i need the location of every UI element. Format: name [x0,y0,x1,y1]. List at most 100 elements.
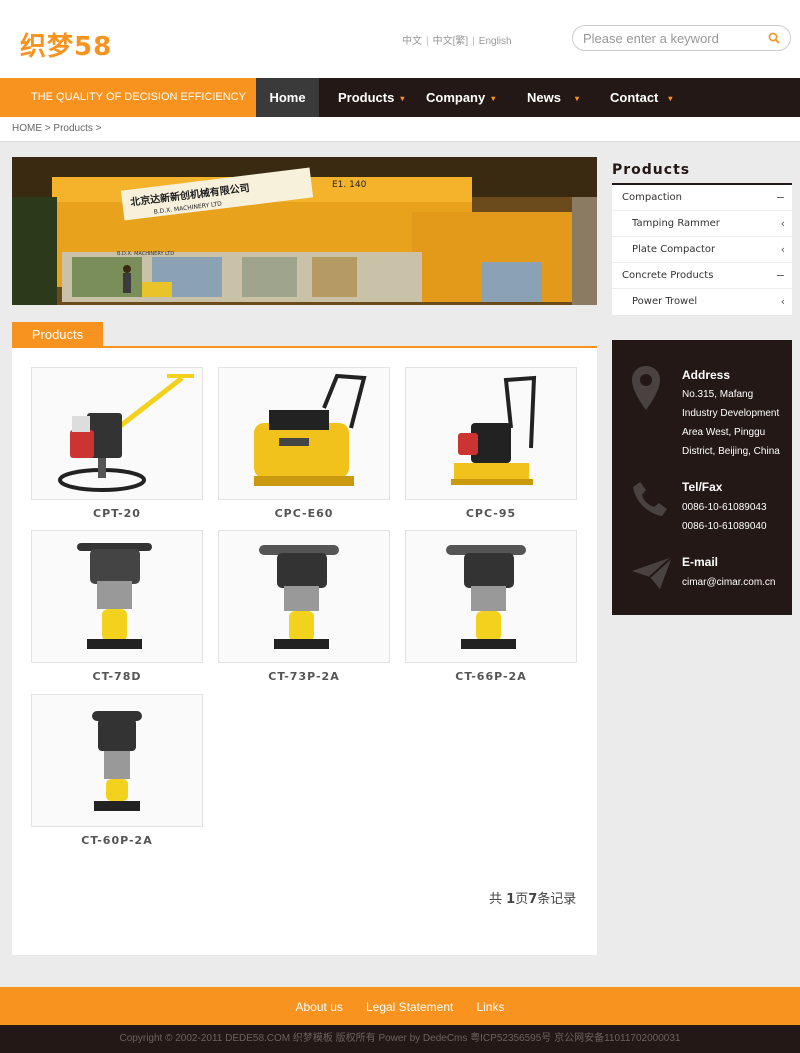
email-address[interactable]: cimar@cimar.com.cn [682,573,787,592]
nav-contact[interactable]: Contact ▾ [610,78,672,117]
sidebar-item-label: Plate Compactor [632,244,716,255]
nav-products-label: Products [338,90,395,105]
product-name[interactable]: CT-66P-2A [405,670,577,683]
footer-link-about-us[interactable]: About us [296,1000,343,1014]
product-card[interactable]: CPC-E60 [218,367,390,520]
slogan: THE QUALITY OF DECISION EFFICIENCY [0,78,256,117]
phone-icon [633,482,667,516]
product-image[interactable] [31,530,203,663]
sidebar-category-list: Compaction − Tamping Rammer ‹ Plate Compac… [612,185,792,315]
product-image[interactable] [405,530,577,663]
sidebar-item-label: Concrete Products [622,270,714,281]
nav-company-label: Company [426,90,486,105]
sidebar-item-compaction[interactable]: Compaction − [612,185,792,211]
product-name[interactable]: CPC-E60 [218,507,390,520]
tamping-rammer-icon [259,545,339,649]
product-name[interactable]: CPC-95 [405,507,577,520]
sidebar-item-label: Power Trowel [632,296,698,307]
tel-title: Tel/Fax [682,480,723,494]
banner-image: 北京达新新创机械有限公司 B.D.X. MACHINERY LTD E1. 14… [12,157,597,305]
pager-mid: 页 [515,892,529,907]
contact-box: Address No.315, Mafang Industry Developm… [612,340,792,615]
search-box [572,25,791,51]
product-image[interactable] [31,367,203,500]
search-icon[interactable] [768,32,780,44]
product-image[interactable] [218,367,390,500]
product-image[interactable] [405,367,577,500]
product-card[interactable]: CPT-20 [31,367,203,520]
chevron-down-icon: ▾ [574,94,579,104]
top-header: 织梦58 中文 | 中文[繁] | English [0,0,800,78]
lang-simplified-chinese[interactable]: 中文 [402,32,422,47]
copyright: Copyright © 2002-2011 DEDE58.COM 织梦模板 版权… [0,1025,800,1053]
sidebar-item-concrete-products[interactable]: Concrete Products − [612,263,792,289]
power-trowel-icon [58,374,194,492]
products-tab-header: Products [12,322,597,348]
sidebar-item-label: Compaction [622,192,682,203]
tamping-rammer-icon [77,543,152,649]
banner-wall-text: B.D.X. MACHINERY LTD [117,251,174,257]
sidebar-title: Products [612,157,792,185]
paper-plane-icon [632,556,673,589]
pager-count: 7 [528,892,538,907]
product-image[interactable] [31,694,203,827]
breadcrumb[interactable]: HOME > Products > [12,123,101,134]
lang-traditional-chinese[interactable]: 中文[繁] [433,32,469,47]
address-title: Address [682,368,731,382]
chevron-left-icon: ‹ [780,243,785,256]
nav-home[interactable]: Home [256,78,319,117]
chevron-down-icon: ▾ [400,94,405,104]
footer-link-links[interactable]: Links [476,1000,504,1014]
exhibition-booth-photo: 北京达新新创机械有限公司 B.D.X. MACHINERY LTD E1. 14… [12,157,597,305]
product-card[interactable]: CT-60P-2A [31,694,203,847]
footer-links: About us Legal Statement Links [0,987,800,1025]
chevron-left-icon: ‹ [780,295,785,308]
collapse-icon[interactable]: − [776,185,785,211]
email-title: E-mail [682,555,719,569]
tamping-rammer-icon [92,711,142,811]
sidebar-item-label: Tamping Rammer [632,218,720,229]
site-logo[interactable]: 织梦58 [20,26,112,63]
sidebar-item-tamping-rammer[interactable]: Tamping Rammer ‹ [612,211,792,237]
sidebar-item-plate-compactor[interactable]: Plate Compactor ‹ [612,237,792,263]
chevron-down-icon: ▾ [491,94,496,104]
product-name[interactable]: CT-60P-2A [31,834,203,847]
tel-number-2: 0086-10-61089040 [682,521,767,532]
breadcrumb-bar: HOME > Products > [0,117,800,142]
nav-news-label: News [527,90,561,105]
footer-link-legal-statement[interactable]: Legal Statement [366,1000,453,1014]
product-list: CPT-20 CPC-E60 CPC-95 CT-78D CT-73P-2A C… [12,348,597,955]
nav-news[interactable]: News ▾ [527,78,579,117]
product-name[interactable]: CT-73P-2A [218,670,390,683]
product-card[interactable]: CT-66P-2A [405,530,577,683]
product-card[interactable]: CT-73P-2A [218,530,390,683]
sidebar-item-power-trowel[interactable]: Power Trowel ‹ [612,289,792,315]
product-card[interactable]: CPC-95 [405,367,577,520]
tab-products[interactable]: Products [12,322,103,348]
pager-suffix: 条记录 [537,892,577,907]
product-card[interactable]: CT-78D [31,530,203,683]
lang-separator: | [472,36,475,47]
plate-compactor-icon [451,375,537,485]
tamping-rammer-icon [446,545,526,649]
pager-prefix: 共 [489,892,503,907]
pagination-info: 共 1页7条记录 [489,888,576,907]
nav-products[interactable]: Products ▾ [338,78,404,117]
lang-separator: | [426,36,429,47]
product-name[interactable]: CPT-20 [31,507,203,520]
sidebar: Products Compaction − Tamping Rammer ‹ Pla… [612,157,792,315]
product-name[interactable]: CT-78D [31,670,203,683]
chevron-down-icon: ▾ [668,94,673,104]
plate-compactor-icon [254,373,367,486]
nav-company[interactable]: Company ▾ [426,78,495,117]
product-image[interactable] [218,530,390,663]
search-input[interactable] [583,30,758,47]
chevron-left-icon: ‹ [780,217,785,230]
collapse-icon[interactable]: − [776,263,785,289]
lang-english[interactable]: English [479,36,512,47]
address-text: No.315, Mafang Industry Development Area… [682,389,780,457]
location-pin-icon [632,366,660,410]
main-navigation: THE QUALITY OF DECISION EFFICIENCY Home … [0,78,800,117]
pager-pages: 1 [506,892,516,907]
tel-number-1: 0086-10-61089043 [682,502,767,513]
